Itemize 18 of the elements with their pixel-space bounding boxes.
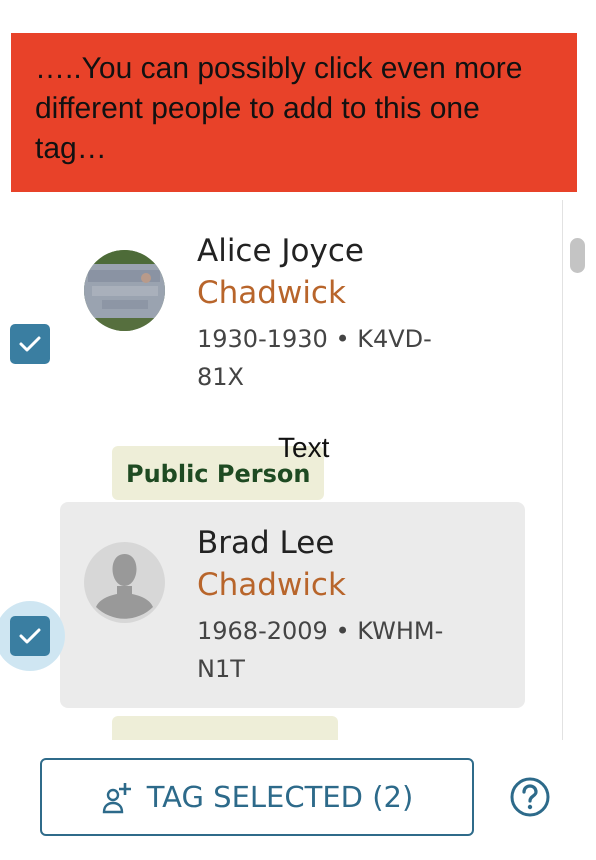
given-name: Alice Joyce xyxy=(197,232,365,271)
checkbox[interactable] xyxy=(10,324,50,364)
given-name: Brad Lee xyxy=(197,524,336,563)
annotation-label: Text xyxy=(278,432,330,464)
tag-selected-button[interactable]: TAG SELECTED (2) xyxy=(40,758,474,836)
notice-banner: …..You can possibly click even more different people to add to this one tag… xyxy=(11,33,577,192)
person-row-background[interactable]: Alice Joyce Chadwick 1930-1930 • K4VD-81X xyxy=(60,210,525,416)
checkbox[interactable] xyxy=(10,616,50,656)
life-dates-and-id: 1930-1930 • K4VD-81X xyxy=(197,324,433,393)
life-dates-and-id: 1968-2009 • KWHM-N1T xyxy=(197,616,444,685)
person-silhouette-icon xyxy=(84,542,165,623)
scrollbar-thumb[interactable] xyxy=(570,238,585,273)
surname: Chadwick xyxy=(197,274,347,313)
help-icon[interactable] xyxy=(510,777,550,817)
checkmark-icon xyxy=(18,334,42,354)
surname: Chadwick xyxy=(197,566,347,605)
person-card[interactable]: Brad Lee Chadwick 1968-2009 • KWHM-N1T xyxy=(60,502,525,708)
checkmark-icon xyxy=(18,626,42,646)
